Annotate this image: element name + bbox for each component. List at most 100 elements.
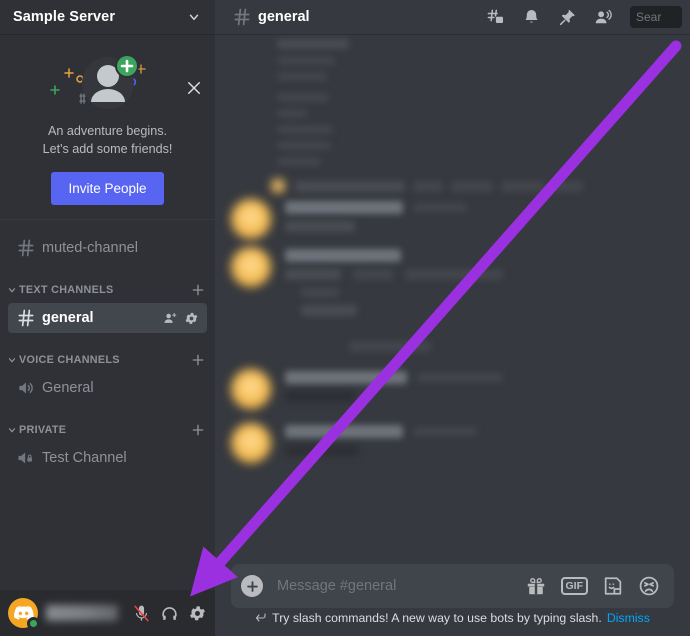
hash-icon [16, 238, 36, 258]
invite-promo-card: An adventure begins. Let's add some frie… [0, 35, 215, 220]
bell-icon[interactable] [522, 8, 541, 27]
promo-line-2: Let's add some friends! [42, 142, 173, 156]
message-row [215, 363, 690, 411]
invite-people-button[interactable]: Invite People [51, 172, 164, 205]
avatar[interactable] [8, 598, 40, 630]
category-private[interactable]: PRIVATE [0, 417, 215, 443]
user-panel-controls [132, 604, 207, 623]
user-panel [0, 590, 215, 636]
message-row [215, 339, 690, 363]
server-header[interactable]: Sample Server [0, 0, 215, 35]
hash-icon [16, 308, 36, 328]
message-text-redacted [285, 221, 355, 232]
message-text-redacted [301, 287, 339, 298]
pin-icon[interactable] [558, 8, 577, 27]
add-friend-illustration [0, 45, 215, 121]
username-redacted [46, 605, 118, 621]
category-label: TEXT CHANNELS [19, 284, 114, 296]
gear-icon[interactable] [188, 604, 207, 623]
gif-badge[interactable]: GIF [560, 577, 588, 595]
threads-icon[interactable] [486, 8, 505, 27]
main-content: general Sear Message #general GIF Try sl… [215, 0, 690, 636]
message-body [285, 423, 674, 463]
message-text-redacted [285, 391, 355, 402]
sidebar-channel-voice-general[interactable]: General [8, 373, 207, 403]
add-member-icon[interactable] [163, 311, 178, 326]
message-text-redacted [353, 269, 393, 280]
invite-button-wrap: Invite People [0, 172, 215, 205]
sidebar-channel-test-channel[interactable]: Test Channel [8, 443, 207, 473]
sticker-icon[interactable] [602, 575, 624, 597]
message-input[interactable] [277, 578, 525, 594]
chevron-down-icon [189, 14, 199, 21]
avatar [231, 199, 271, 239]
category-label: PRIVATE [19, 424, 67, 436]
channel-label: muted-channel [42, 240, 138, 256]
composer-actions: GIF [525, 575, 661, 597]
message-text-redacted [349, 341, 431, 352]
chevron-down-icon [8, 358, 16, 363]
channel-list: muted-channel TEXT CHANNELS general VOIC… [0, 220, 215, 590]
page-title: general [258, 9, 310, 25]
avatar [271, 179, 285, 193]
avatar [231, 369, 271, 409]
channel-label: General [42, 380, 94, 396]
message-author-redacted [285, 425, 403, 438]
gift-icon[interactable] [525, 575, 547, 597]
message-row [215, 241, 690, 325]
message-meta-redacted [501, 180, 545, 192]
message-meta-redacted [451, 180, 493, 192]
gear-icon[interactable] [184, 311, 199, 326]
status-badge-online [27, 617, 40, 630]
message-row [215, 177, 690, 197]
category-text-channels[interactable]: TEXT CHANNELS [0, 277, 215, 303]
slash-command-hint: Try slash commands! A new way to use bot… [231, 608, 674, 628]
server-name: Sample Server [13, 9, 116, 25]
category-label: VOICE CHANNELS [19, 354, 120, 366]
search-placeholder: Sear [636, 10, 662, 24]
plus-circle-icon[interactable] [241, 575, 263, 597]
composer-area: GIF Try slash commands! A new way to use… [215, 564, 690, 636]
promo-line-1: An adventure begins. [47, 124, 168, 138]
plus-icon[interactable] [190, 282, 206, 298]
message-row [215, 197, 690, 241]
message-text-redacted [295, 180, 405, 192]
message-text-redacted [301, 305, 357, 316]
search-input[interactable]: Sear [630, 6, 682, 28]
message-text-redacted [285, 445, 359, 456]
message-body [285, 199, 674, 239]
members-icon[interactable] [594, 8, 613, 27]
enter-arrow-icon [256, 613, 266, 622]
emoji-icon[interactable] [638, 575, 660, 597]
message-row [215, 417, 690, 465]
message-author-redacted [285, 201, 403, 214]
plus-icon[interactable] [190, 352, 206, 368]
dismiss-link[interactable]: Dismiss [607, 611, 650, 625]
message-body [285, 247, 674, 323]
message-composer[interactable]: GIF [231, 564, 674, 608]
message-timestamp-redacted [413, 203, 467, 212]
message-author-redacted [285, 249, 401, 262]
headphones-icon[interactable] [160, 604, 179, 623]
channel-label: general [42, 310, 94, 326]
channel-actions [163, 311, 199, 326]
category-voice-channels[interactable]: VOICE CHANNELS [0, 347, 215, 373]
mic-muted-icon[interactable] [132, 604, 151, 623]
message-text-redacted [285, 269, 341, 280]
sidebar-channel-muted-channel[interactable]: muted-channel [8, 233, 207, 263]
message-meta-redacted [413, 180, 443, 192]
chevron-down-icon [8, 428, 16, 433]
speaker-icon [16, 378, 36, 398]
plus-icon[interactable] [190, 422, 206, 438]
message-meta-redacted [553, 180, 583, 192]
message-timestamp-redacted [417, 373, 503, 382]
sidebar-channel-general[interactable]: general [8, 303, 207, 333]
message-list[interactable] [215, 35, 690, 564]
message-redacted-block [277, 39, 373, 173]
hint-text: Try slash commands! A new way to use bot… [272, 611, 602, 625]
locked-speaker-icon [16, 448, 36, 468]
discord-window: Sample Server An adventure begins. Let's… [0, 0, 690, 636]
message-author-redacted [285, 371, 407, 384]
channel-header: general Sear [215, 0, 690, 35]
